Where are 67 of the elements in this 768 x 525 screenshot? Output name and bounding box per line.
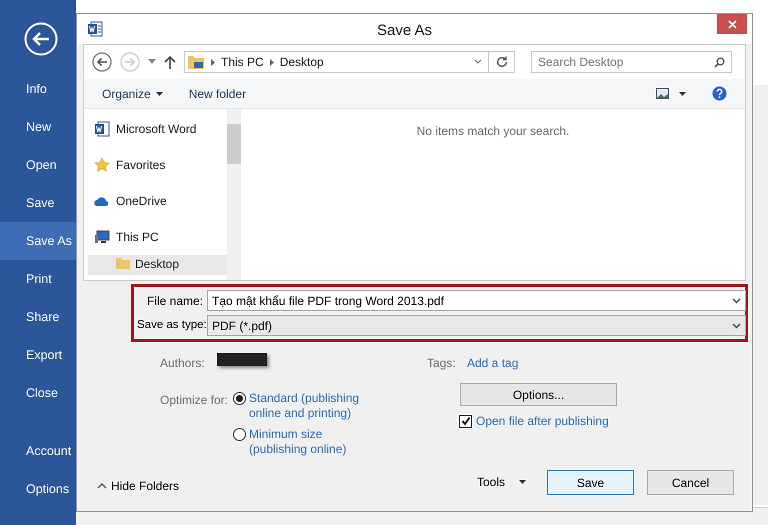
menu-item[interactable]: Export <box>0 336 76 374</box>
address-bar[interactable]: This PC Desktop <box>184 51 515 73</box>
dialog-title: Save As <box>377 21 432 41</box>
up-arrow-icon[interactable] <box>164 55 176 69</box>
dropdown-arrow-icon[interactable] <box>679 92 686 96</box>
save-button[interactable]: Save <box>547 470 634 495</box>
options-button[interactable]: Options... <box>460 383 617 406</box>
nav-item[interactable]: OneDrive <box>116 192 167 210</box>
chevron-up-icon[interactable] <box>97 481 107 491</box>
authors-label: Authors: <box>160 355 205 372</box>
organize-button[interactable]: Organize <box>102 84 163 102</box>
empty-message: No items match your search. <box>416 123 570 138</box>
menu-item[interactable]: Save As <box>0 222 76 260</box>
radio-label: Minimum size (publishing online) <box>249 427 348 457</box>
word-document-icon <box>87 21 103 37</box>
optimize-label: Optimize for: <box>160 392 228 409</box>
computer-icon <box>94 229 110 245</box>
menu-item[interactable]: Open <box>0 146 76 184</box>
cancel-button[interactable]: Cancel <box>647 470 734 495</box>
tags-label: Tags: <box>427 355 456 372</box>
menu-item[interactable]: Print <box>0 260 76 298</box>
tools-button[interactable]: Tools <box>477 471 526 493</box>
nav-item[interactable]: Favorites <box>116 156 166 174</box>
save-as-type-dropdown[interactable]: PDF (*.pdf) <box>207 315 746 336</box>
menu-item[interactable]: Account <box>0 432 76 470</box>
menu-item[interactable]: Close <box>0 374 76 412</box>
open-after-label: Open file after publishing <box>476 413 609 430</box>
breadcrumb-item[interactable]: This PC <box>221 53 264 71</box>
file-name-label: File name: <box>146 292 203 310</box>
radio-button[interactable] <box>233 392 246 405</box>
dropdown-arrow-icon <box>156 92 163 96</box>
radio-label: Standard (publishing online and printing) <box>249 391 360 421</box>
menu-item[interactable]: New <box>0 108 76 146</box>
dropdown-chevron-icon <box>732 322 741 328</box>
redacted-block <box>217 353 267 366</box>
dropdown-chevron-icon[interactable] <box>474 59 482 65</box>
word-document-icon <box>94 121 110 137</box>
menu-item[interactable]: Info <box>0 70 76 108</box>
refresh-icon[interactable] <box>496 56 508 68</box>
help-icon[interactable] <box>712 86 727 101</box>
vertical-scrollbar[interactable] <box>752 85 768 505</box>
breadcrumb-item[interactable]: Desktop <box>280 53 324 71</box>
checkbox[interactable] <box>459 414 472 428</box>
folder-icon <box>115 255 131 271</box>
back-icon[interactable] <box>92 52 112 72</box>
menu-item[interactable]: Save <box>0 184 76 222</box>
folder-pc-icon <box>187 53 205 71</box>
view-picture-icon[interactable] <box>656 88 669 99</box>
nav-scrollbar[interactable] <box>227 109 241 280</box>
nav-item[interactable]: Microsoft Word <box>116 120 196 138</box>
hide-folders-button[interactable]: Hide Folders <box>111 477 180 495</box>
nav-item[interactable]: This PC <box>116 228 159 246</box>
menu-item[interactable]: Share <box>0 298 76 336</box>
close-button[interactable] <box>717 14 747 34</box>
new-folder-button[interactable]: New folder <box>188 84 246 102</box>
chevron-right-icon[interactable] <box>270 58 274 66</box>
star-icon <box>94 157 110 173</box>
menu-item[interactable]: Options <box>0 470 76 508</box>
search-icon <box>714 56 725 68</box>
dropdown-arrow-icon <box>519 480 526 484</box>
chevron-right-icon[interactable] <box>211 58 215 66</box>
dropdown-chevron-icon <box>732 298 741 304</box>
search-field[interactable]: Search Desktop <box>531 51 732 73</box>
close-icon <box>728 20 736 28</box>
file-name-field[interactable]: Tạo mật khẩu file PDF trong Word 2013.pdf <box>207 290 746 311</box>
add-tag-link[interactable]: Add a tag <box>467 354 518 372</box>
radio-button[interactable] <box>233 428 246 441</box>
